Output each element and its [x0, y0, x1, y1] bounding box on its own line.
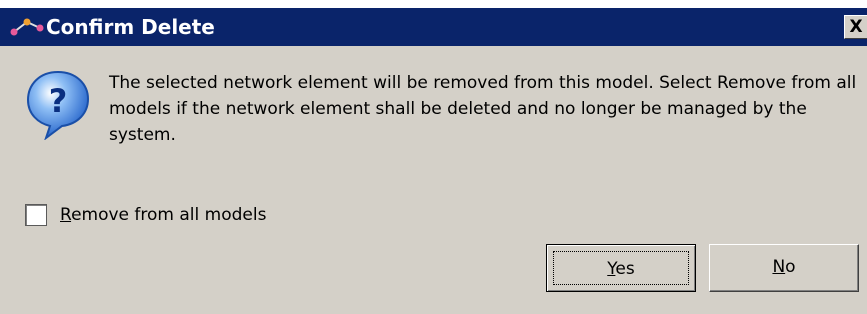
question-icon: ? [26, 70, 90, 140]
remove-from-all-models-label[interactable]: Remove from all models [60, 202, 266, 228]
svg-text:?: ? [49, 82, 68, 120]
close-icon: X [849, 17, 863, 37]
yes-button-focus-ring: Yes [553, 251, 689, 285]
no-button-label: No [772, 257, 796, 277]
no-button[interactable]: No [709, 244, 859, 292]
yes-button-label: Yes [607, 259, 635, 279]
remove-from-all-models-checkbox[interactable] [25, 204, 47, 226]
confirm-delete-dialog: Confirm Delete X ? The selected network … [0, 8, 867, 314]
yes-button[interactable]: Yes [546, 244, 696, 292]
message-text: The selected network element will be rem… [109, 73, 857, 145]
window-title: Confirm Delete [46, 15, 215, 39]
network-element-icon [10, 18, 44, 36]
title-bar[interactable]: Confirm Delete X [0, 8, 867, 46]
close-button[interactable]: X [844, 15, 867, 39]
